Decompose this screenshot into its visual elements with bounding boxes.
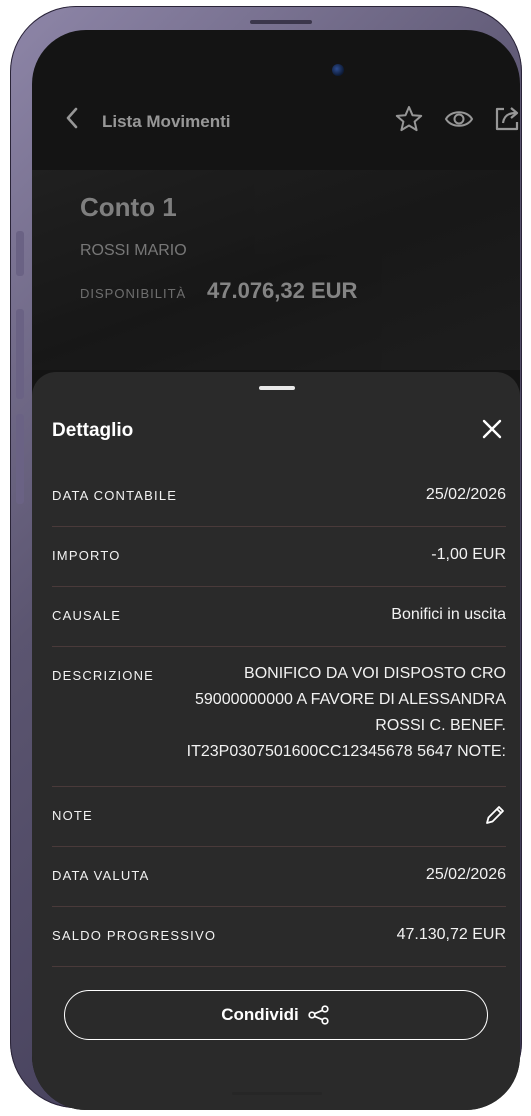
row-label: IMPORTO <box>52 548 121 563</box>
row-note: NOTE <box>52 786 506 847</box>
top-bar: Lista Movimenti <box>32 90 520 144</box>
row-descrizione: DESCRIZIONE BONIFICO DA VOI DISPOSTO CRO… <box>52 646 506 787</box>
volume-down-button <box>16 414 24 504</box>
phone-frame: Lista Movimenti Conto 1 ROSSI MARIO DISP… <box>10 6 522 1110</box>
row-importo: IMPORTO -1,00 EUR <box>52 526 506 587</box>
row-value: Bonifici in uscita <box>391 606 506 623</box>
volume-up-button <box>16 309 24 399</box>
share-button-label: Condividi <box>221 1005 299 1024</box>
back-icon[interactable] <box>64 107 80 129</box>
screen: Lista Movimenti Conto 1 ROSSI MARIO DISP… <box>32 30 520 1110</box>
row-label: SALDO PROGRESSIVO <box>52 928 217 943</box>
account-holder: ROSSI MARIO <box>80 242 187 259</box>
sheet-title: Dettaglio <box>52 420 134 441</box>
availability-value: 47.076,32 EUR <box>207 278 358 303</box>
speaker-slit <box>250 20 312 24</box>
page-title: Lista Movimenti <box>102 112 231 131</box>
row-label: DATA CONTABILE <box>52 488 178 503</box>
description-text: BONIFICO DA VOI DISPOSTO CRO 59000000000… <box>146 661 506 765</box>
row-data-contabile: DATA CONTABILE 25/02/2026 <box>52 466 506 527</box>
pencil-icon[interactable] <box>484 804 506 826</box>
account-name: Conto 1 <box>80 192 177 222</box>
share-icon[interactable] <box>492 104 520 134</box>
description-line: IT23P0307501600CC12345678 5647 NOTE: <box>186 743 506 760</box>
description-line: 59000000000 A FAVORE DI ALESSANDRA <box>195 691 506 708</box>
description-line: ROSSI C. BENEF. <box>375 717 506 734</box>
row-value: -1,00 EUR <box>431 546 506 563</box>
sheet-grabber[interactable] <box>259 386 295 390</box>
row-label: DATA VALUTA <box>52 868 150 883</box>
description-line: BONIFICO DA VOI DISPOSTO CRO <box>244 665 506 682</box>
home-indicator[interactable] <box>232 1092 322 1095</box>
side-button <box>16 231 24 276</box>
availability-label: DISPONIBILITÀ <box>80 286 187 301</box>
row-value: 25/02/2026 <box>425 486 506 503</box>
row-saldo-progressivo: SALDO PROGRESSIVO 47.130,72 EUR <box>52 906 506 967</box>
star-icon[interactable] <box>394 104 424 134</box>
front-camera <box>332 64 344 76</box>
row-value: 47.130,72 EUR <box>396 926 506 943</box>
close-icon[interactable] <box>480 417 504 441</box>
detail-sheet: Dettaglio DATA CONTABILE 25/02/2026 IMPO… <box>32 372 520 1110</box>
row-label: DESCRIZIONE <box>52 668 155 683</box>
share-nodes-icon <box>308 1005 329 1025</box>
row-label: NOTE <box>52 808 93 823</box>
eye-icon[interactable] <box>444 104 474 134</box>
row-data-valuta: DATA VALUTA 25/02/2026 <box>52 846 506 907</box>
account-card: Conto 1 ROSSI MARIO DISPONIBILITÀ 47.076… <box>32 170 520 370</box>
row-value: 25/02/2026 <box>425 866 506 883</box>
row-causale: CAUSALE Bonifici in uscita <box>52 586 506 647</box>
share-button[interactable]: Condividi <box>64 990 488 1040</box>
row-label: CAUSALE <box>52 608 122 623</box>
